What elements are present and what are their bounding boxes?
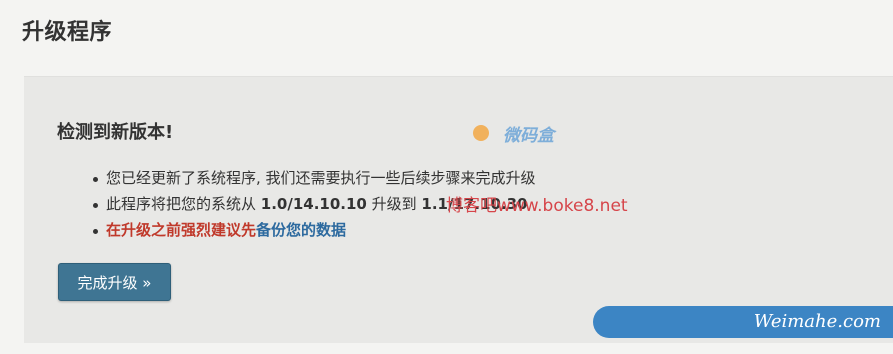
- watermark-banner-text: Weimahe.com: [753, 311, 881, 332]
- watermark-logo-text: 微码盒: [503, 126, 554, 146]
- info-prefix: 此程序将把您的系统从: [106, 195, 261, 213]
- watermark-logo: 微码盒: [473, 119, 583, 149]
- complete-upgrade-button[interactable]: 完成升级 »: [58, 263, 171, 301]
- logo-icon: [473, 125, 489, 141]
- watermark-banner: Weimahe.com: [593, 306, 893, 338]
- panel-heading: 检测到新版本!: [57, 122, 174, 143]
- list-item: 您已经更新了系统程序, 我们还需要执行一些后续步骤来完成升级: [90, 165, 536, 191]
- from-version: 1.0/14.10.10: [260, 195, 367, 213]
- backup-warning-emphasis: 备份您的数据: [256, 221, 347, 239]
- watermark-text: 博客吧www.boke8.net: [446, 196, 628, 216]
- info-text: 您已经更新了系统程序, 我们还需要执行一些后续步骤来完成升级: [106, 169, 536, 187]
- backup-warning: 在升级之前强烈建议先: [106, 221, 257, 239]
- page-title: 升级程序: [22, 20, 113, 45]
- list-item: 在升级之前强烈建议先备份您的数据: [90, 217, 536, 243]
- info-middle: 升级到: [366, 195, 422, 213]
